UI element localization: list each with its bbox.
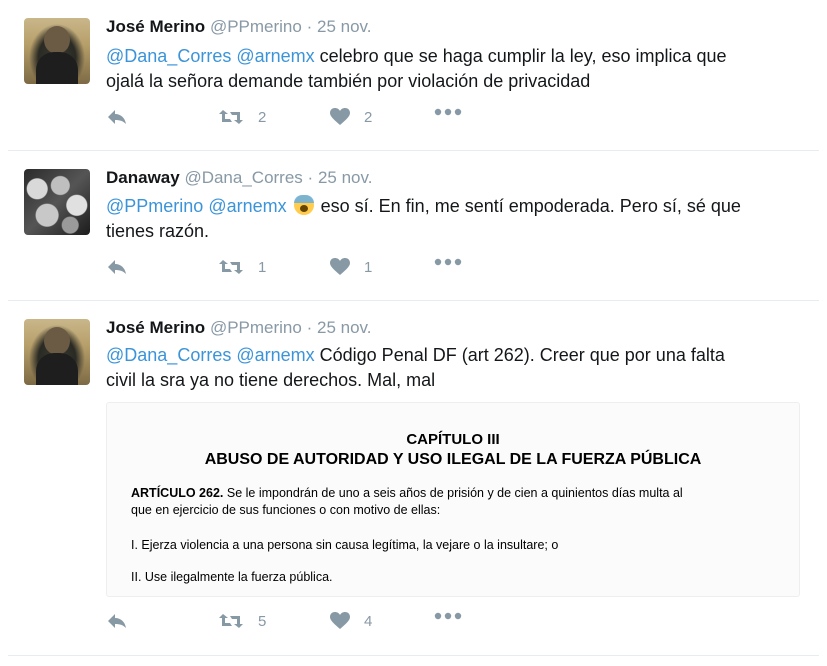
tweet-text: @Dana_Corres @arnemx Código Penal DF (ar… bbox=[106, 343, 806, 393]
heart-icon bbox=[330, 108, 350, 125]
article-item-1: I. Ejerza violencia a una persona sin ca… bbox=[131, 538, 559, 552]
reply-icon bbox=[108, 614, 126, 628]
tweet-text: @PPmerino @arnemx eso sí. En fin, me sen… bbox=[106, 194, 806, 244]
retweet-count: 1 bbox=[258, 258, 267, 276]
reply-icon bbox=[108, 260, 126, 274]
like-count: 2 bbox=[364, 108, 373, 126]
mention-link[interactable]: @arnemx bbox=[208, 196, 286, 216]
attached-image[interactable]: CAPÍTULO III ABUSO DE AUTORIDAD Y USO IL… bbox=[106, 402, 800, 597]
like-count: 4 bbox=[364, 612, 373, 630]
more-dots-icon bbox=[434, 612, 462, 620]
mention-link[interactable]: @PPmerino bbox=[106, 196, 203, 216]
avatar[interactable] bbox=[24, 18, 90, 84]
mention-link[interactable]: @Dana_Corres bbox=[106, 345, 231, 365]
tweet-feed: José Merino @PPmerino · 25 nov. @Dana_Co… bbox=[0, 0, 827, 666]
tweet-text-line2: ojalá la señora demande también por viol… bbox=[106, 71, 591, 91]
reply-icon bbox=[108, 110, 126, 124]
tweet-header: Danaway @Dana_Corres · 25 nov. bbox=[106, 167, 372, 189]
document-title: ABUSO DE AUTORIDAD Y USO ILEGAL DE LA FU… bbox=[204, 451, 702, 468]
user-handle[interactable]: @Dana_Corres bbox=[184, 168, 302, 187]
reply-button[interactable] bbox=[106, 258, 128, 276]
heart-icon bbox=[330, 612, 350, 629]
more-button[interactable] bbox=[434, 612, 462, 620]
avatar[interactable] bbox=[24, 319, 90, 385]
like-button[interactable]: 4 bbox=[330, 612, 372, 630]
like-button[interactable]: 2 bbox=[330, 108, 372, 126]
display-name[interactable]: Danaway bbox=[106, 168, 180, 187]
more-button[interactable] bbox=[434, 258, 462, 266]
more-dots-icon bbox=[434, 258, 462, 266]
like-count: 1 bbox=[364, 258, 373, 276]
tweet-text-line2: civil la sra ya no tiene derechos. Mal, … bbox=[106, 370, 436, 390]
tweet-text-line2: tienes razón. bbox=[106, 221, 210, 241]
retweet-button[interactable]: 2 bbox=[218, 108, 266, 126]
tweet[interactable]: José Merino @PPmerino · 25 nov. @Dana_Co… bbox=[8, 0, 819, 152]
separator: · bbox=[307, 168, 314, 187]
separator: · bbox=[306, 17, 313, 36]
retweet-icon bbox=[219, 260, 243, 274]
tweet-text-line1: Código Penal DF (art 262). Creer que por… bbox=[314, 345, 725, 365]
article-item-2: II. Use ilegalmente la fuerza pública. bbox=[131, 570, 333, 584]
more-dots-icon bbox=[434, 108, 462, 116]
more-button[interactable] bbox=[434, 108, 462, 116]
tweet-date[interactable]: 25 nov. bbox=[318, 168, 373, 187]
display-name[interactable]: José Merino bbox=[106, 17, 205, 36]
reply-button[interactable] bbox=[106, 108, 128, 126]
article-line1: Se le impondrán de uno a seis años de pr… bbox=[223, 486, 683, 500]
tweet-date[interactable]: 25 nov. bbox=[317, 17, 372, 36]
mention-link[interactable]: @Dana_Corres bbox=[106, 46, 231, 66]
user-handle[interactable]: @PPmerino bbox=[210, 17, 302, 36]
user-handle[interactable]: @PPmerino bbox=[210, 318, 302, 337]
tweet-actions: 2 2 bbox=[106, 108, 526, 132]
tweet-date[interactable]: 25 nov. bbox=[317, 318, 372, 337]
like-button[interactable]: 1 bbox=[330, 258, 372, 276]
display-name[interactable]: José Merino bbox=[106, 318, 205, 337]
retweet-icon bbox=[219, 110, 243, 124]
tweet-actions: 5 4 bbox=[106, 612, 526, 636]
reply-button[interactable] bbox=[106, 612, 128, 630]
retweet-button[interactable]: 1 bbox=[218, 258, 266, 276]
avatar[interactable] bbox=[24, 169, 90, 235]
tweet[interactable]: José Merino @PPmerino · 25 nov. @Dana_Co… bbox=[8, 300, 819, 656]
mention-link[interactable]: @arnemx bbox=[236, 46, 314, 66]
tweet-text-line1: eso sí. En fin, me sentí empoderada. Per… bbox=[315, 196, 741, 216]
heart-icon bbox=[330, 258, 350, 275]
tweet-text-line1: celebro que se haga cumplir la ley, eso … bbox=[314, 46, 727, 66]
article-line2: que en ejercicio de sus funciones o con … bbox=[131, 503, 441, 517]
face-screaming-emoji-icon bbox=[293, 195, 314, 215]
article-label: ARTÍCULO 262. bbox=[131, 486, 224, 500]
document-chapter: CAPÍTULO III bbox=[406, 431, 500, 448]
tweet-header: José Merino @PPmerino · 25 nov. bbox=[106, 317, 372, 339]
retweet-button[interactable]: 5 bbox=[218, 612, 266, 630]
tweet[interactable]: Danaway @Dana_Corres · 25 nov. @PPmerino… bbox=[8, 150, 819, 302]
retweet-icon bbox=[219, 614, 243, 628]
mention-link[interactable]: @arnemx bbox=[236, 345, 314, 365]
tweet-text: @Dana_Corres @arnemx celebro que se haga… bbox=[106, 44, 806, 94]
article-paragraph: ARTÍCULO 262. Se le impondrán de uno a s… bbox=[131, 485, 781, 519]
retweet-count: 2 bbox=[258, 108, 267, 126]
retweet-count: 5 bbox=[258, 612, 267, 630]
separator: · bbox=[306, 318, 313, 337]
tweet-actions: 1 1 bbox=[106, 258, 526, 282]
tweet-header: José Merino @PPmerino · 25 nov. bbox=[106, 16, 372, 38]
